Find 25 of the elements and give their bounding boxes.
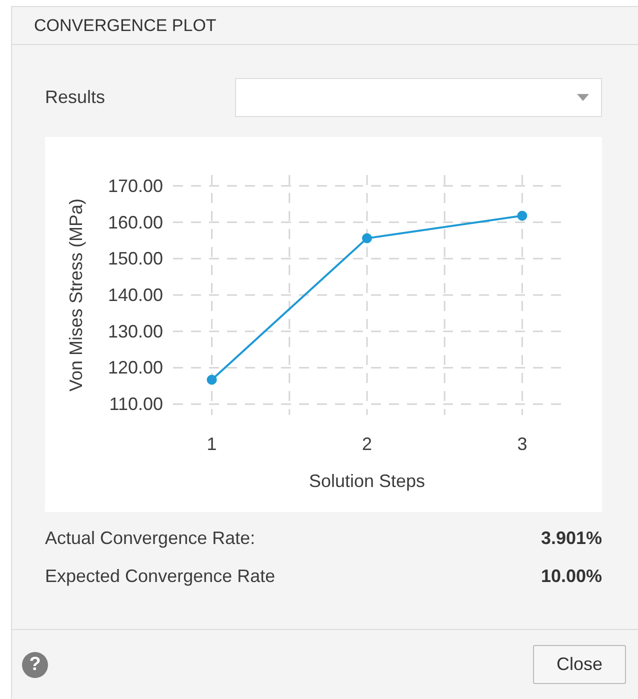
x-tick-label: 1 <box>206 434 217 454</box>
y-tick-label: 110.00 <box>109 394 163 414</box>
y-tick-label: 120.00 <box>108 358 163 378</box>
caret-icon <box>577 94 589 101</box>
data-point <box>362 233 372 244</box>
y-tick-label: 130.00 <box>108 321 163 342</box>
rate-label: Actual Convergence Rate: <box>45 528 256 548</box>
help-icon[interactable]: ? <box>22 652 48 678</box>
y-tick-label: 170.00 <box>108 176 163 196</box>
rate-label: Expected Convergence Rate <box>45 566 276 586</box>
x-axis-title: Solution Steps <box>308 471 426 491</box>
x-tick-label: 2 <box>362 434 372 454</box>
y-tick-label: 140.00 <box>108 285 163 305</box>
y-tick-label: 160.00 <box>108 212 163 232</box>
panel-title: CONVERGENCE PLOT <box>34 16 216 36</box>
rate-value: 10.00% <box>540 566 602 586</box>
close-button[interactable]: Close <box>533 645 626 684</box>
rate-value: 3.901% <box>540 528 602 548</box>
results-label: Results <box>45 87 106 108</box>
results-dropdown[interactable] <box>235 78 602 117</box>
x-tick-label: 3 <box>517 434 528 454</box>
data-point <box>517 210 528 221</box>
y-tick-label: 150.00 <box>108 248 163 269</box>
y-axis-title: Von Mises Stress (MPa) <box>66 198 86 392</box>
data-point <box>206 374 217 385</box>
